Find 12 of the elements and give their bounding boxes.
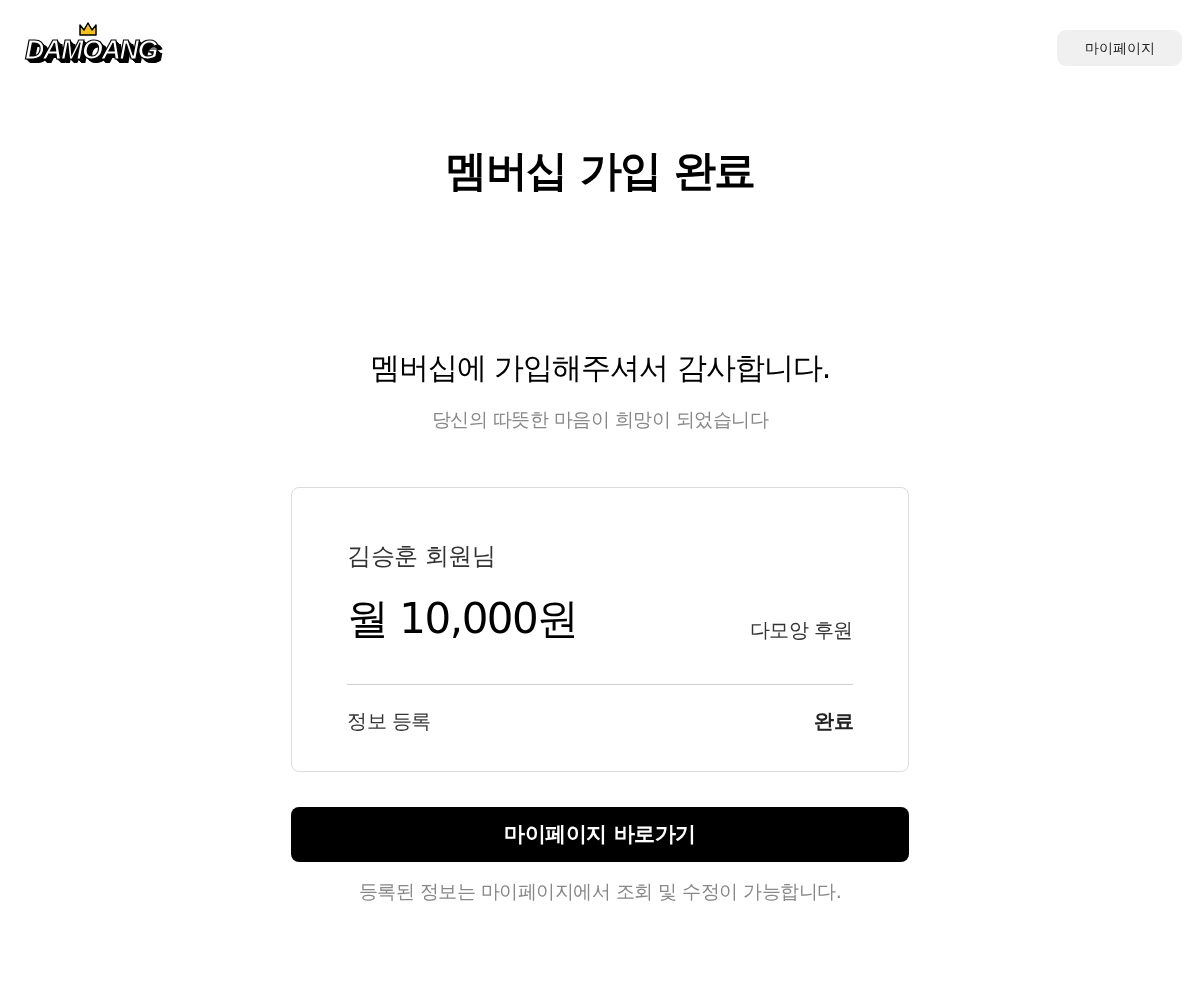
thanks-subtext: 당신의 따뜻한 마음이 희망이 되었습니다 xyxy=(430,407,770,432)
thanks-heading: 멤버십에 가입해주셔서 감사합니다. xyxy=(368,350,832,386)
info-label: 정보 등록 xyxy=(347,708,431,735)
page-title: 멤버십 가입 완료 xyxy=(444,146,756,196)
product-name: 다모앙 후원 xyxy=(749,617,853,644)
mypage-shortcut-button[interactable]: 마이페이지 바로가기 xyxy=(291,807,909,862)
info-value: 완료 xyxy=(814,708,853,735)
crown-icon xyxy=(79,22,97,36)
mypage-button[interactable]: 마이페이지 xyxy=(1057,30,1182,66)
info-note: 등록된 정보는 마이페이지에서 조회 및 수정이 가능합니다. xyxy=(357,879,843,904)
member-name: 김승훈 회원님 xyxy=(347,542,497,570)
amount: 월 10,000원 xyxy=(347,594,578,644)
